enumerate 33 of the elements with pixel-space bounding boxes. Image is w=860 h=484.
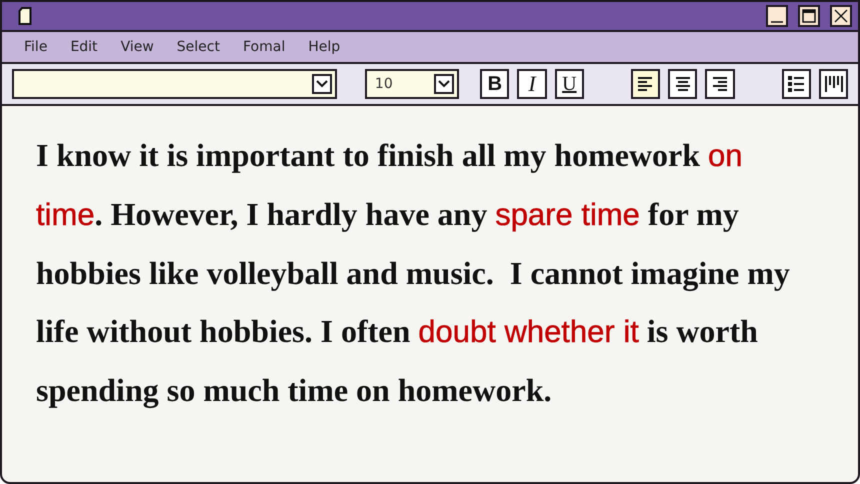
right-icon xyxy=(711,75,729,93)
align-left-button[interactable] xyxy=(630,69,660,99)
bullets-icon xyxy=(786,74,806,94)
dropdown-button[interactable] xyxy=(312,74,332,94)
font-size-field[interactable]: 10 xyxy=(364,69,459,99)
minimize-button[interactable] xyxy=(766,5,788,27)
close-button[interactable] xyxy=(830,5,852,27)
paragraph: I know it is important to finish all my homework on time. However, I hardly have any spare time for my hobbies like volleyball and music. I cannot imagine my life without hobbies. I often doubt whether it is worth spending so much time on homework. xyxy=(36,136,791,410)
left-icon xyxy=(636,75,654,93)
close-icon xyxy=(834,9,848,23)
chevron-icon xyxy=(316,80,328,88)
center-icon xyxy=(674,75,692,93)
font-field[interactable] xyxy=(12,69,337,99)
menu-item[interactable]: Select xyxy=(176,39,220,55)
columns-icon xyxy=(823,74,844,94)
menu-item[interactable]: Edit xyxy=(70,39,98,55)
minimize-icon xyxy=(771,21,783,23)
dropdown-button[interactable] xyxy=(434,74,454,94)
document-icon xyxy=(18,7,32,25)
chevron-icon xyxy=(438,80,450,88)
italic-button[interactable]: I xyxy=(517,69,547,99)
maximize-icon xyxy=(802,9,816,23)
align-right-button[interactable] xyxy=(705,69,735,99)
underline-button[interactable]: U xyxy=(554,69,584,99)
menu-item[interactable]: View xyxy=(120,39,154,55)
bullet-list-button[interactable] xyxy=(782,69,811,99)
bold-button[interactable]: B xyxy=(480,69,510,99)
maximize-button[interactable] xyxy=(798,5,820,27)
columns-button[interactable] xyxy=(818,69,848,99)
menu-item[interactable]: Help xyxy=(308,39,340,55)
align-center-button[interactable] xyxy=(668,69,698,99)
menu-item[interactable]: File xyxy=(24,39,48,55)
menu-item[interactable]: Fomal xyxy=(243,39,286,55)
